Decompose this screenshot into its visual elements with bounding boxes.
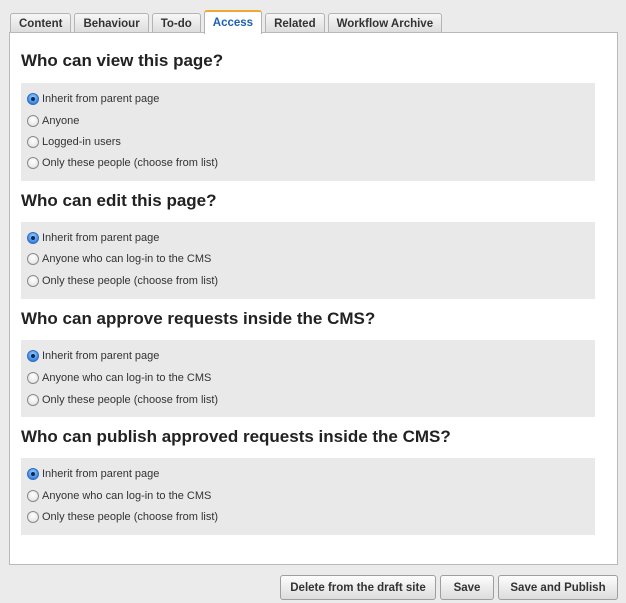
publish-option-inherit[interactable]: Inherit from parent page [27, 466, 159, 482]
radio-checked-icon[interactable] [27, 232, 39, 244]
publish-section-title: Who can publish approved requests inside… [21, 427, 451, 446]
approve-option-only-these[interactable]: Only these people (choose from list) [27, 392, 218, 408]
option-label: Anyone [42, 115, 80, 127]
edit-section-title: Who can edit this page? [21, 191, 217, 210]
radio-icon[interactable] [27, 115, 39, 127]
radio-icon[interactable] [27, 372, 39, 384]
view-options-box: Inherit from parent page Anyone Logged-i… [21, 83, 595, 181]
tab-related[interactable]: Related [265, 13, 325, 33]
option-label: Logged-in users [42, 136, 121, 148]
publish-option-cms-users[interactable]: Anyone who can log-in to the CMS [27, 488, 211, 504]
radio-icon[interactable] [27, 136, 39, 148]
save-button[interactable]: Save [440, 575, 494, 600]
view-option-only-these[interactable]: Only these people (choose from list) [27, 155, 218, 171]
publish-options-box: Inherit from parent page Anyone who can … [21, 458, 595, 535]
option-label: Only these people (choose from list) [42, 275, 219, 287]
view-option-inherit[interactable]: Inherit from parent page [27, 91, 159, 107]
option-label: Anyone who can log-in to the CMS [42, 490, 212, 502]
option-label: Inherit from parent page [42, 93, 160, 105]
tab-access[interactable]: Access [203, 10, 263, 34]
access-panel: Who can view this page? Inherit from par… [9, 32, 618, 565]
radio-icon[interactable] [27, 394, 39, 406]
option-label: Only these people (choose from list) [42, 157, 219, 169]
radio-icon[interactable] [27, 253, 39, 265]
edit-options-box: Inherit from parent page Anyone who can … [21, 222, 595, 299]
tab-bar: Content Behaviour To-do Access Related W… [10, 10, 443, 34]
option-label: Only these people (choose from list) [42, 394, 219, 406]
radio-icon[interactable] [27, 275, 39, 287]
approve-options-box: Inherit from parent page Anyone who can … [21, 340, 595, 417]
view-option-anyone[interactable]: Anyone [27, 113, 79, 129]
edit-option-inherit[interactable]: Inherit from parent page [27, 230, 159, 246]
option-label: Inherit from parent page [42, 468, 160, 480]
tab-workflow-archive[interactable]: Workflow Archive [327, 13, 443, 33]
publish-option-only-these[interactable]: Only these people (choose from list) [27, 509, 218, 525]
radio-checked-icon[interactable] [27, 468, 39, 480]
delete-from-draft-button[interactable]: Delete from the draft site [280, 575, 436, 600]
option-label: Anyone who can log-in to the CMS [42, 253, 212, 265]
edit-option-only-these[interactable]: Only these people (choose from list) [27, 273, 218, 289]
radio-icon[interactable] [27, 511, 39, 523]
tab-behaviour[interactable]: Behaviour [74, 13, 149, 33]
option-label: Inherit from parent page [42, 350, 160, 362]
edit-option-cms-users[interactable]: Anyone who can log-in to the CMS [27, 251, 211, 267]
option-label: Only these people (choose from list) [42, 511, 219, 523]
radio-icon[interactable] [27, 490, 39, 502]
option-label: Inherit from parent page [42, 232, 160, 244]
tab-content[interactable]: Content [10, 13, 72, 33]
radio-checked-icon[interactable] [27, 350, 39, 362]
approve-section-title: Who can approve requests inside the CMS? [21, 309, 376, 328]
radio-checked-icon[interactable] [27, 93, 39, 105]
save-and-publish-button[interactable]: Save and Publish [498, 575, 618, 600]
option-label: Anyone who can log-in to the CMS [42, 372, 212, 384]
tab-to-do[interactable]: To-do [151, 13, 201, 33]
approve-option-inherit[interactable]: Inherit from parent page [27, 348, 159, 364]
view-option-logged-in[interactable]: Logged-in users [27, 134, 121, 150]
approve-option-cms-users[interactable]: Anyone who can log-in to the CMS [27, 370, 211, 386]
view-section-title: Who can view this page? [21, 51, 224, 70]
radio-icon[interactable] [27, 157, 39, 169]
